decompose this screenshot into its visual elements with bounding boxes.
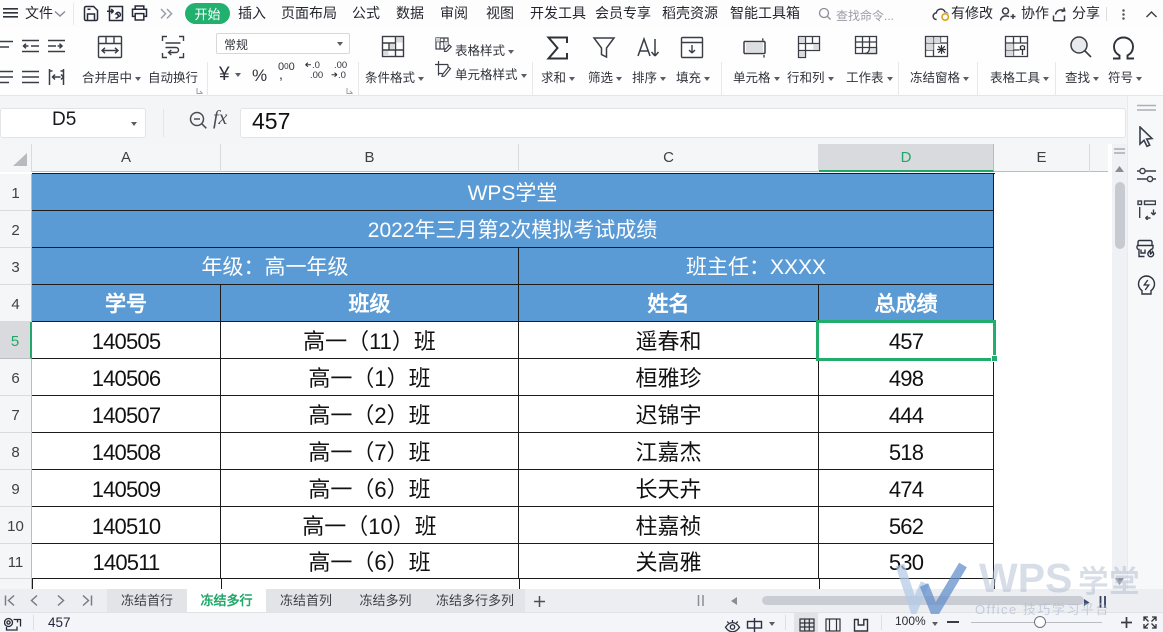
svg-text:.0: .0 xyxy=(338,70,346,80)
svg-text:,: , xyxy=(279,66,283,82)
svg-text:.00: .00 xyxy=(310,70,323,80)
